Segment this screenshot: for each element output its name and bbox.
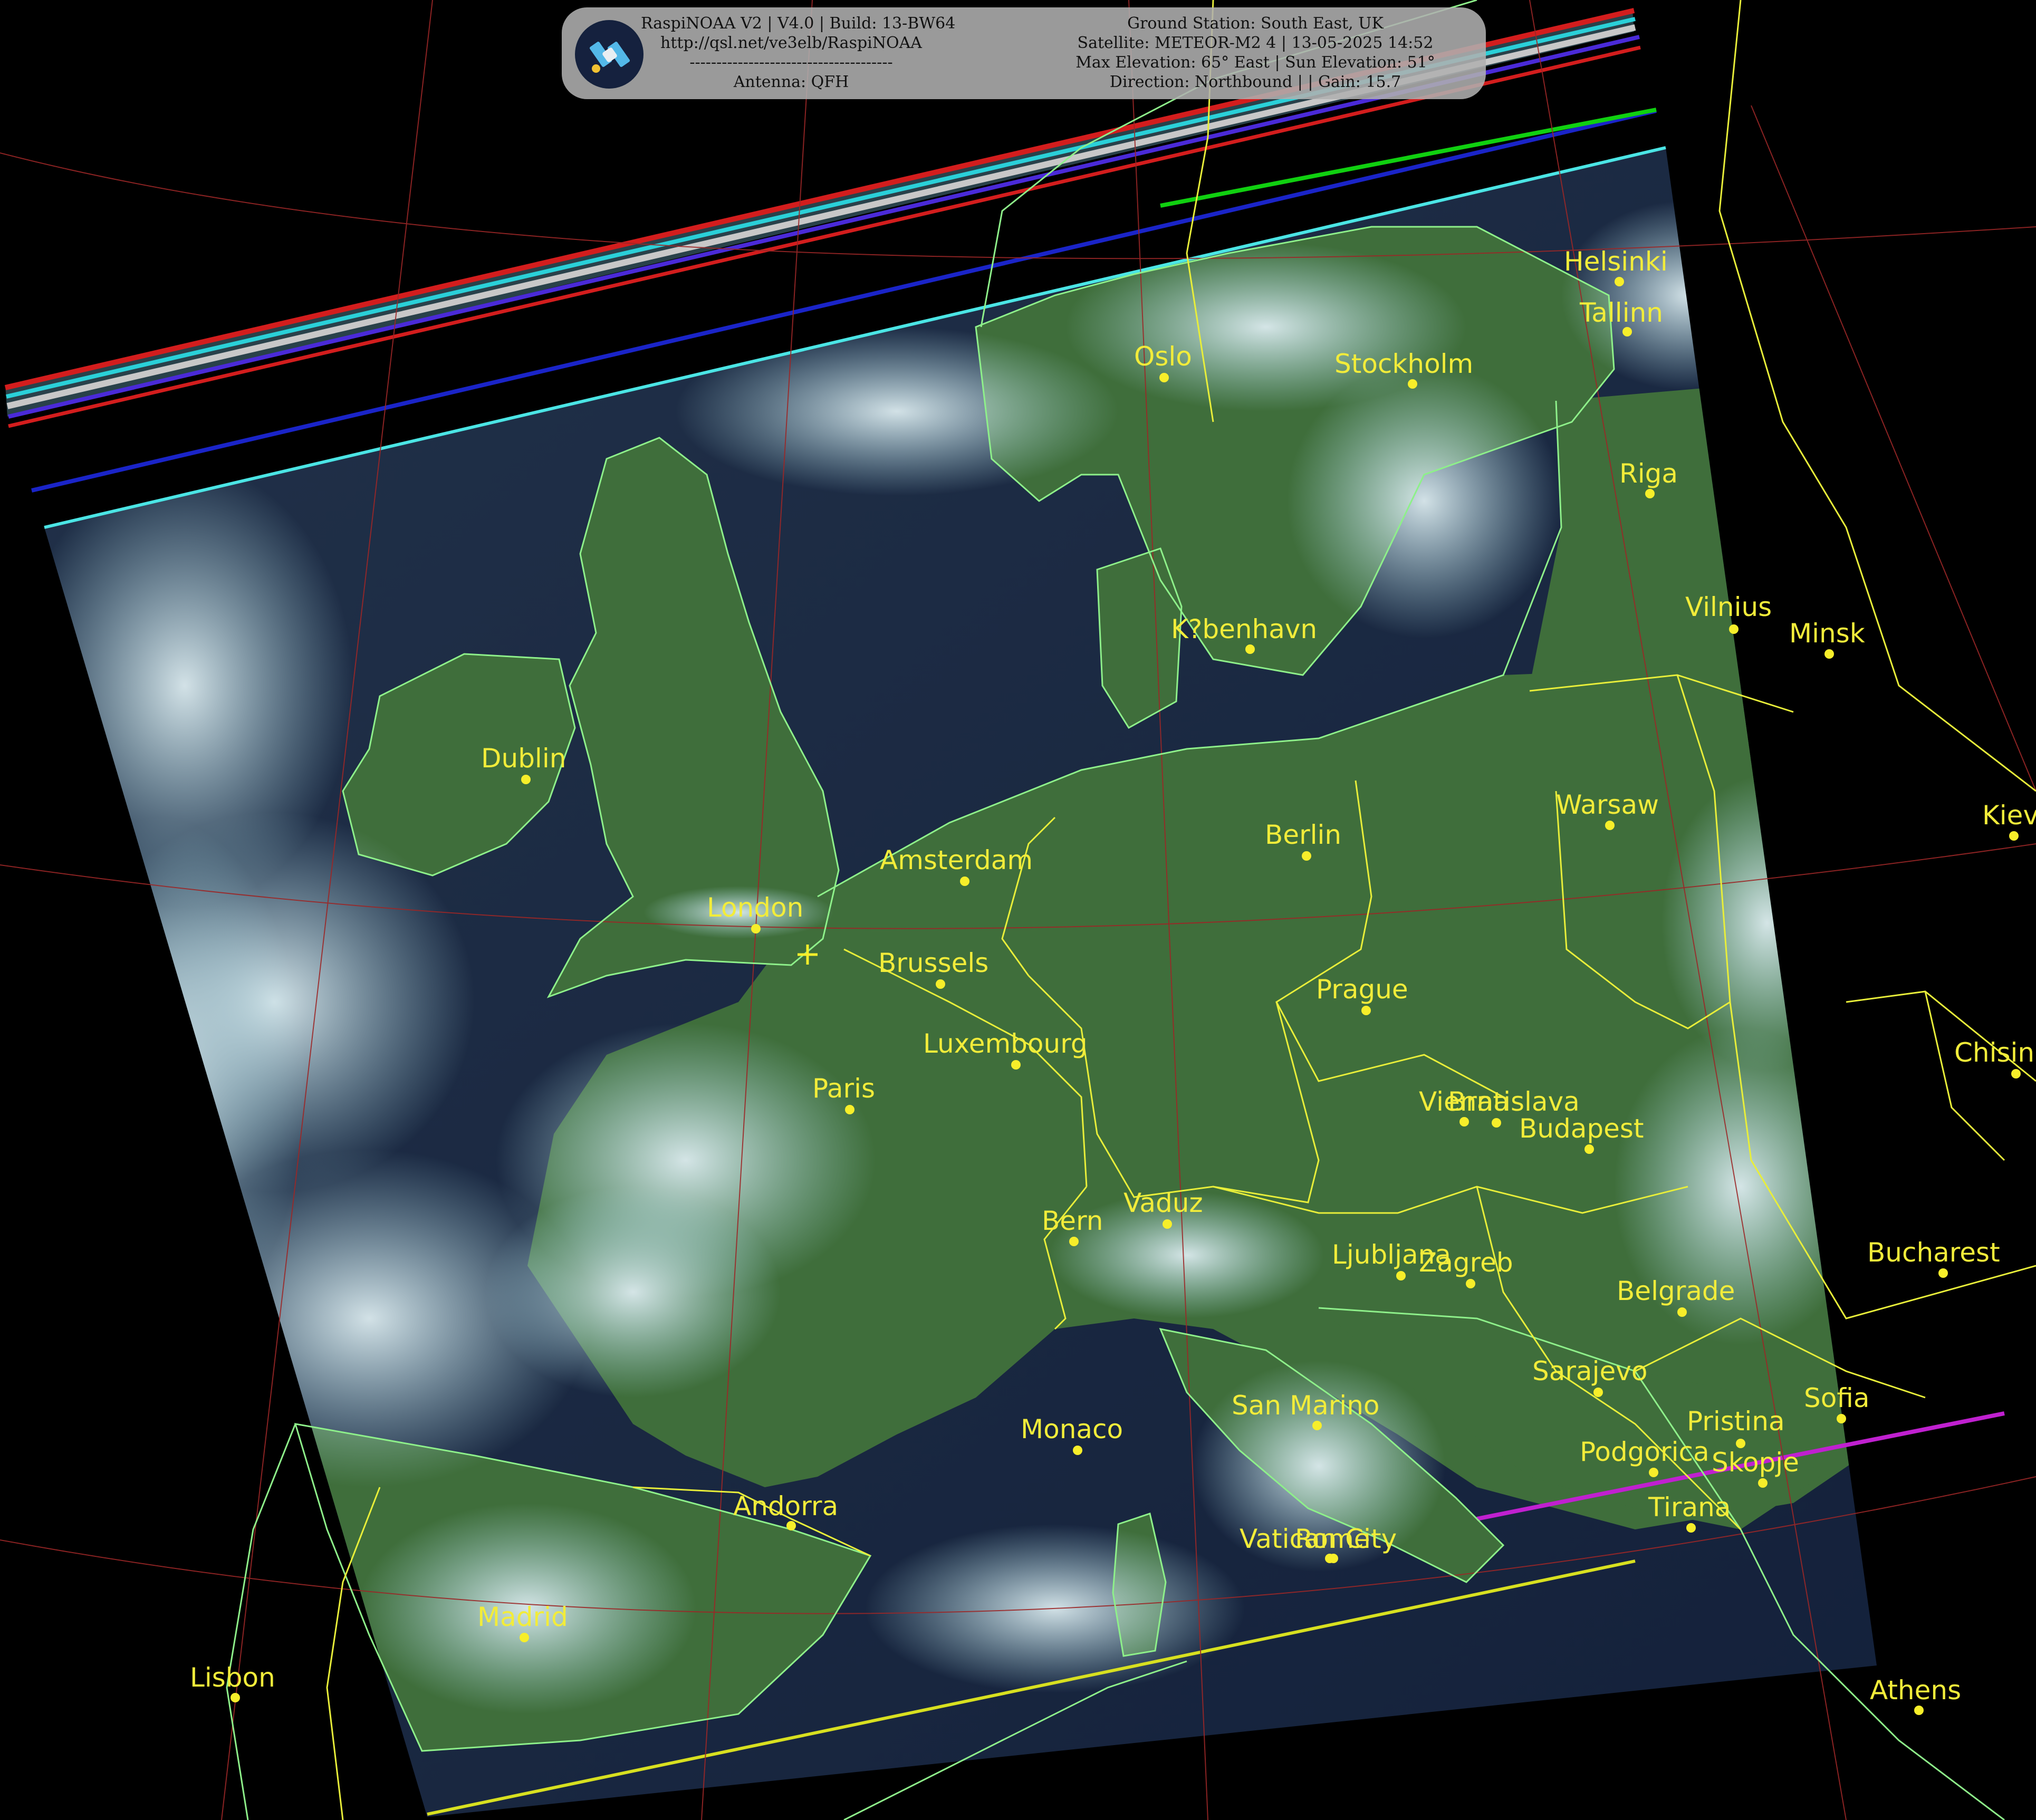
city-label-k-benhavn: K?benhavn	[1171, 614, 1317, 644]
city-label-london: London	[707, 892, 803, 923]
city-label-vaduz: Vaduz	[1123, 1188, 1203, 1218]
city-marker-rome	[1329, 1554, 1338, 1563]
city-label-kiev: Kiev	[1982, 800, 2036, 831]
city-marker-dublin	[521, 775, 531, 784]
city-marker-vaduz	[1163, 1219, 1172, 1229]
direction-gain: Direction: Northbound | | Gain: 15.7	[1109, 73, 1401, 91]
city-marker-bern	[1069, 1237, 1079, 1246]
city-marker-prague	[1361, 1006, 1371, 1015]
city-marker-ljubljana	[1396, 1271, 1406, 1280]
city-label-berlin: Berlin	[1265, 820, 1341, 850]
city-label-andorra: Andorra	[733, 1491, 838, 1522]
city-label-chisinau: Chisinau	[1954, 1037, 2036, 1068]
city-marker-warsaw	[1605, 821, 1615, 830]
software-version: RaspiNOAA V2 | V4.0 | Build: 13-BW64	[641, 14, 956, 33]
elevation-info: Max Elevation: 65° East | Sun Elevation:…	[1075, 53, 1435, 72]
city-marker-monaco	[1073, 1446, 1082, 1455]
city-label-dublin: Dublin	[481, 743, 566, 774]
city-label-budapest: Budapest	[1519, 1113, 1644, 1144]
city-label-bratislava: Bratislava	[1448, 1086, 1580, 1117]
city-label-tirana: Tirana	[1648, 1492, 1731, 1523]
city-label-oslo: Oslo	[1134, 341, 1192, 372]
city-label-tallinn: Tallinn	[1579, 297, 1663, 328]
city-marker-luxembourg	[1011, 1060, 1021, 1070]
city-label-paris: Paris	[812, 1073, 875, 1104]
city-marker-bratislava	[1492, 1118, 1501, 1128]
city-label-pristina: Pristina	[1687, 1406, 1785, 1437]
city-label-bucharest: Bucharest	[1867, 1237, 2000, 1268]
city-marker-zagreb	[1466, 1279, 1475, 1288]
city-marker-riga	[1645, 489, 1655, 498]
city-marker-athens	[1914, 1706, 1924, 1715]
city-marker-helsinki	[1615, 277, 1624, 286]
city-marker-berlin	[1302, 851, 1311, 861]
city-label-prague: Prague	[1316, 974, 1408, 1005]
city-marker-vilnius	[1729, 624, 1739, 634]
city-marker-tallinn	[1622, 327, 1632, 336]
city-marker-andorra	[786, 1521, 796, 1530]
city-label-luxembourg: Luxembourg	[923, 1028, 1088, 1059]
city-label-stockholm: Stockholm	[1334, 349, 1473, 379]
city-label-madrid: Madrid	[477, 1602, 568, 1632]
city-marker-sofia	[1837, 1414, 1846, 1423]
ground-station: Ground Station: South East, UK	[1127, 14, 1384, 33]
city-marker-stockholm	[1408, 379, 1417, 389]
city-marker-budapest	[1584, 1144, 1594, 1154]
satellite-icon	[575, 20, 644, 89]
city-marker-brussels	[936, 979, 945, 989]
city-marker-amsterdam	[960, 877, 969, 886]
pass-details: Ground Station: South East, UK Satellite…	[1036, 14, 1474, 92]
city-label-sarajevo: Sarajevo	[1532, 1356, 1647, 1386]
satellite-image-viewer: Helsinki Tallinn Oslo Stockholm Riga Vilnius M…	[0, 0, 2036, 1820]
city-label-sofia: Sofia	[1804, 1383, 1869, 1413]
city-label-monaco: Monaco	[1021, 1414, 1123, 1445]
satellite-datetime: Satellite: METEOR-M2 4 | 13-05-2025 14:5…	[1077, 34, 1434, 52]
city-marker-podgorica	[1649, 1468, 1658, 1477]
city-label-warsaw: Warsaw	[1556, 789, 1659, 820]
city-marker-madrid	[520, 1633, 529, 1642]
city-marker-belgrade	[1677, 1307, 1687, 1317]
city-marker-skopje	[1758, 1478, 1768, 1488]
city-marker-london	[751, 924, 761, 933]
city-marker-oslo	[1159, 373, 1169, 382]
city-label-vilnius: Vilnius	[1685, 592, 1772, 622]
city-marker-vienna	[1459, 1117, 1469, 1126]
city-label-zagreb: Zagreb	[1419, 1247, 1513, 1278]
city-label-amsterdam: Amsterdam	[880, 845, 1033, 875]
city-label-rome: Rome	[1295, 1524, 1370, 1554]
pass-info-header: RaspiNOAA V2 | V4.0 | Build: 13-BW64 htt…	[562, 7, 1486, 99]
city-label-san-marino: San Marino	[1232, 1390, 1379, 1421]
city-label-bern: Bern	[1042, 1206, 1103, 1236]
city-marker-k-benhavn	[1245, 644, 1255, 654]
city-label-athens: Athens	[1870, 1675, 1961, 1706]
city-marker-sarajevo	[1593, 1388, 1603, 1397]
antenna-info: Antenna: QFH	[733, 73, 849, 91]
city-label-lisbon: Lisbon	[190, 1662, 275, 1693]
city-marker-tirana	[1686, 1523, 1696, 1533]
city-marker-kiev	[2009, 831, 2019, 841]
city-marker-minsk	[1824, 649, 1834, 659]
city-label-belgrade: Belgrade	[1617, 1276, 1735, 1306]
city-marker-bucharest	[1938, 1268, 1948, 1278]
city-marker-chisinau	[2011, 1069, 2021, 1078]
city-label-brussels: Brussels	[878, 948, 988, 978]
city-label-riga: Riga	[1619, 458, 1678, 489]
city-label-helsinki: Helsinki	[1564, 246, 1668, 277]
city-marker-lisbon	[231, 1693, 240, 1702]
city-label-skopje: Skopje	[1712, 1447, 1799, 1478]
city-label-minsk: Minsk	[1789, 618, 1865, 649]
website-url: http://qsl.net/ve3elb/RaspiNOAA	[660, 34, 922, 52]
satellite-map: Helsinki Tallinn Oslo Stockholm Riga Vilnius M…	[0, 0, 2036, 1820]
city-marker-san-marino	[1312, 1421, 1322, 1430]
software-info: RaspiNOAA V2 | V4.0 | Build: 13-BW64 htt…	[641, 14, 956, 92]
separator: --------------------------------------	[689, 53, 893, 72]
city-label-podgorica: Podgorica	[1580, 1437, 1710, 1467]
city-marker-paris	[845, 1105, 854, 1114]
